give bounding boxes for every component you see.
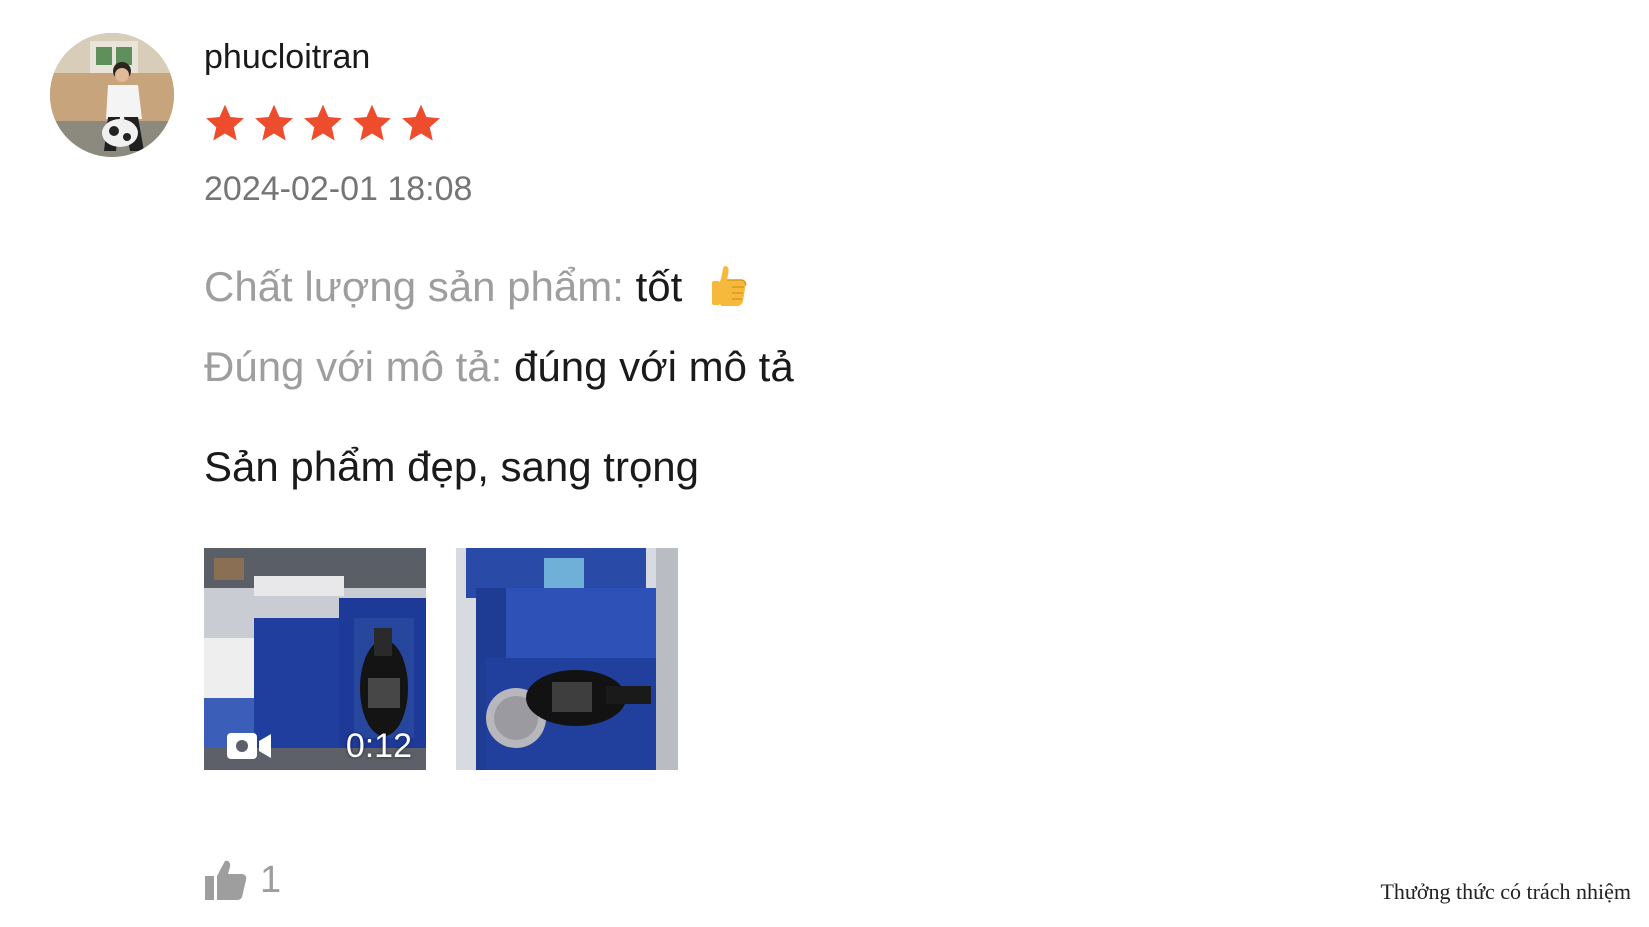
thumbs-up-emoji-icon <box>711 266 747 306</box>
attribute-label: Chất lượng sản phẩm: <box>204 263 624 310</box>
review-media: 0:12 <box>204 548 678 770</box>
star-rating <box>204 102 442 144</box>
like-count: 1 <box>260 858 282 901</box>
username[interactable]: phucloitran <box>204 38 370 77</box>
video-overlay: 0:12 <box>204 722 426 770</box>
star-icon <box>353 104 391 141</box>
product-photo <box>456 548 678 770</box>
video-duration: 0:12 <box>345 726 412 765</box>
star-icon <box>255 104 293 141</box>
attribute-value: đúng với mô tả <box>514 343 794 390</box>
thumbs-up-icon <box>205 860 247 900</box>
media-image-thumbnail[interactable] <box>456 548 678 770</box>
review-timestamp: 2024-02-01 18:08 <box>204 170 473 208</box>
media-video-thumbnail[interactable]: 0:12 <box>204 548 426 770</box>
attribute-description: Đúng với mô tả: đúng với mô tả <box>204 343 794 391</box>
avatar[interactable] <box>50 33 174 157</box>
review-comment: Sản phẩm đẹp, sang trọng <box>204 443 700 490</box>
responsible-drinking-note: Thưởng thức có trách nhiệm <box>1380 879 1631 904</box>
review-page: phucloitran 2024-02-01 18:08 Chất lượng … <box>0 0 1649 927</box>
like-button[interactable]: 1 <box>204 858 281 902</box>
attribute-value: tốt <box>635 263 683 310</box>
star-icon <box>206 104 244 141</box>
attribute-label: Đúng với mô tả: <box>204 343 503 390</box>
video-camera-icon <box>227 733 271 759</box>
star-icon <box>402 104 440 141</box>
attribute-quality: Chất lượng sản phẩm: tốt <box>204 263 750 311</box>
avatar-photo <box>50 33 174 157</box>
star-icon <box>304 104 342 141</box>
